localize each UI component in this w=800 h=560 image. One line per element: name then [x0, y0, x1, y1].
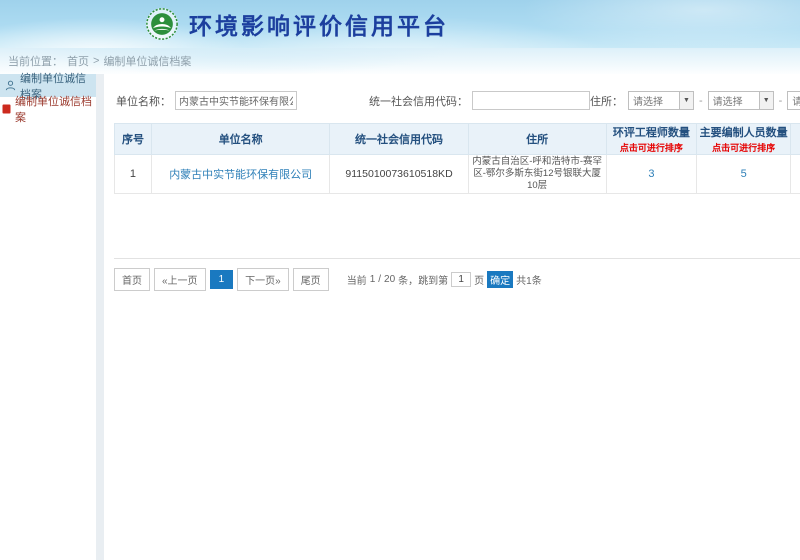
address-label: 住所：: [590, 93, 623, 109]
unit-name-input[interactable]: [175, 91, 297, 110]
app-window: 环境影响评价信用平台 当前位置： 首页 > 编制单位诚信档案 编制单位诚信档案: [0, 0, 800, 560]
pagination-page-1-button[interactable]: 1: [210, 270, 234, 289]
pagination-last-button[interactable]: 尾页: [293, 268, 329, 291]
pagination-jump-input[interactable]: [451, 272, 471, 287]
address-province-select[interactable]: 请选择 ▼: [628, 91, 694, 110]
credit-code-label: 统一社会信用代码：: [369, 93, 468, 109]
breadcrumb-prefix: 当前位置：: [8, 53, 63, 69]
app-header: 环境影响评价信用平台: [0, 0, 800, 48]
address-city-select[interactable]: 请选择 ▼: [708, 91, 774, 110]
mee-logo-icon: [145, 7, 179, 41]
user-icon: [5, 80, 16, 91]
pagination-jump-label: 条，跳到第: [398, 272, 448, 287]
pagination-slash: /: [378, 274, 381, 285]
col-header-staff-sortable[interactable]: 主要编制人员数量 点击可进行排序: [697, 124, 791, 155]
main-content: 单位名称： 统一社会信用代码： 住所： 请选择 ▼ - 请选择 ▼: [104, 74, 800, 560]
results-table: 序号 单位名称 统一社会信用代码 住所 环评工程师数量 点击可进行排序 主要编制…: [114, 123, 800, 194]
select-separator: -: [779, 95, 783, 107]
select-separator: -: [699, 95, 703, 107]
cell-index: 1: [115, 155, 152, 194]
sidebar: 编制单位诚信档案 编制单位诚信档案: [0, 74, 96, 560]
cell-credit-code: 9115010073610518KD: [330, 155, 468, 194]
credit-code-input[interactable]: [472, 91, 590, 110]
pagination-bar: 首页 «上一页 1 下一页» 尾页 当前 1 / 20 条，跳到第 页 确定 共…: [114, 258, 800, 291]
breadcrumb-separator: >: [93, 55, 99, 67]
table-row: 1 内蒙古中实节能环保有限公司 9115010073610518KD 内蒙古自治…: [115, 155, 800, 194]
pagination-page-unit: 页: [474, 272, 484, 287]
breadcrumb-current: 编制单位诚信档案: [103, 53, 191, 69]
pagination-info: 当前 1 / 20 条，跳到第 页 确定 共1条: [347, 271, 542, 288]
sidebar-divider: [96, 74, 104, 560]
breadcrumb: 当前位置： 首页 > 编制单位诚信档案: [0, 48, 800, 74]
address-district-select[interactable]: 请选择 ▼: [787, 91, 800, 110]
pagination-current-value: 1: [370, 274, 376, 285]
engineers-count-link[interactable]: 3: [648, 168, 654, 180]
page-title: 环境影响评价信用平台: [189, 7, 449, 41]
pagination-confirm-button[interactable]: 确定: [487, 271, 513, 288]
col-header-address: 住所: [468, 124, 606, 155]
staff-count-link[interactable]: 5: [741, 168, 747, 180]
unit-name-label: 单位名称：: [116, 93, 171, 109]
col-header-credit-code: 统一社会信用代码: [330, 124, 468, 155]
table-header-row: 序号 单位名称 统一社会信用代码 住所 环评工程师数量 点击可进行排序 主要编制…: [115, 124, 800, 155]
chevron-down-icon: ▼: [759, 92, 773, 109]
sidebar-item-label: 编制单位诚信档案: [15, 93, 96, 125]
red-file-icon: [2, 104, 11, 114]
search-form: 单位名称： 统一社会信用代码： 住所： 请选择 ▼ - 请选择 ▼: [114, 74, 800, 123]
pagination-page-size: 20: [384, 274, 395, 285]
sidebar-subitem-unit-credit-archive[interactable]: 编制单位诚信档案: [0, 97, 96, 120]
sort-hint: 点击可进行排序: [607, 141, 696, 154]
breadcrumb-home-link[interactable]: 首页: [67, 53, 89, 69]
cell-status: 正常公开: [791, 155, 800, 194]
unit-name-link[interactable]: 内蒙古中实节能环保有限公司: [169, 169, 312, 181]
cell-address: 内蒙古自治区-呼和浩特市-赛罕区-鄂尔多斯东街12号银联大厦10层: [468, 155, 606, 194]
pagination-first-button[interactable]: 首页: [114, 268, 150, 291]
chevron-down-icon: ▼: [679, 92, 693, 109]
col-header-engineers-sortable[interactable]: 环评工程师数量 点击可进行排序: [606, 124, 696, 155]
sort-hint: 点击可进行排序: [697, 141, 790, 154]
col-header-index: 序号: [115, 124, 152, 155]
col-header-status: 当前状态: [791, 124, 800, 155]
pagination-total: 共1条: [516, 272, 542, 287]
col-header-unit-name: 单位名称: [151, 124, 330, 155]
pagination-prev-button[interactable]: «上一页: [154, 268, 206, 291]
pagination-next-button[interactable]: 下一页»: [237, 268, 289, 291]
pagination-current-label: 当前: [347, 272, 367, 287]
